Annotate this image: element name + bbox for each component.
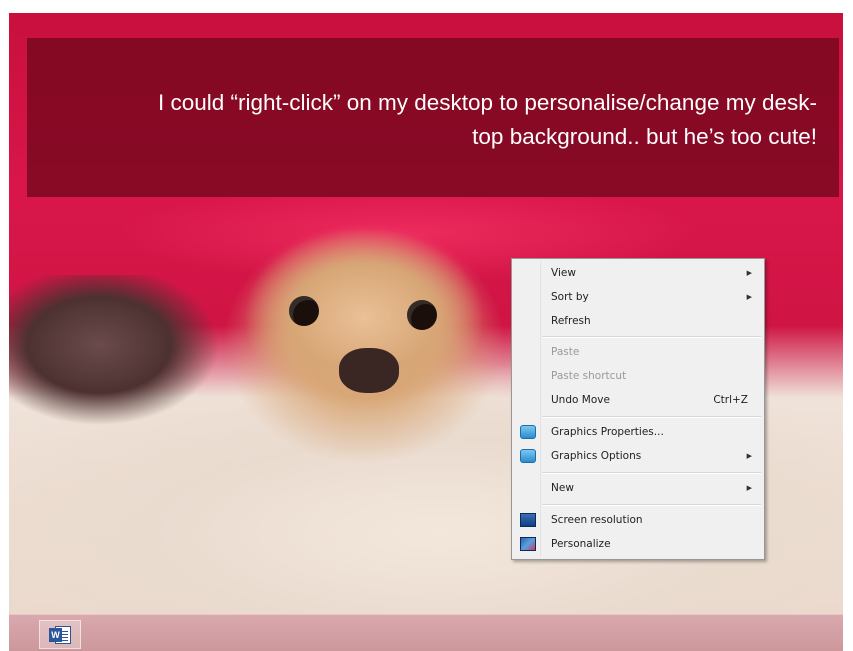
menu-item-label: Graphics Properties... [551, 426, 664, 438]
word-icon: W [49, 626, 71, 644]
screen-resolution-icon [520, 513, 536, 527]
menu-item-screen-resolution[interactable]: Screen resolution [514, 508, 762, 532]
menu-item-paste-shortcut[interactable]: Paste shortcut [514, 364, 762, 388]
menu-item-paste[interactable]: Paste [514, 340, 762, 364]
submenu-arrow-icon: ▶ [746, 484, 752, 492]
menu-item-view[interactable]: View ▶ [514, 261, 762, 285]
taskbar: W [9, 614, 843, 651]
submenu-arrow-icon: ▶ [746, 293, 752, 301]
dog-nose [339, 348, 399, 393]
menu-item-label: Screen resolution [551, 514, 643, 526]
graphics-icon [520, 449, 536, 463]
menu-separator [542, 472, 761, 474]
menu-item-label: View [551, 267, 576, 279]
caption-line-1: I could “right-click” on my desktop to p… [157, 90, 817, 115]
menu-item-label: New [551, 482, 574, 494]
menu-item-label: Paste shortcut [551, 370, 627, 382]
menu-item-graphics-properties[interactable]: Graphics Properties... [514, 420, 762, 444]
dog-eye-right [407, 300, 437, 330]
submenu-arrow-icon: ▶ [746, 269, 752, 277]
wallpaper-pillow [9, 275, 219, 425]
menu-separator [542, 416, 761, 418]
taskbar-word-button[interactable]: W [39, 620, 81, 649]
caption-line-2: top background.. but he’s too cute! [472, 124, 817, 149]
menu-item-shortcut: Ctrl+Z [713, 394, 748, 406]
menu-separator [542, 504, 761, 506]
menu-item-label: Personalize [551, 538, 611, 550]
personalize-icon [520, 537, 536, 551]
caption-text: I could “right-click” on my desktop to p… [47, 86, 817, 154]
graphics-icon [520, 425, 536, 439]
menu-item-label: Graphics Options [551, 450, 642, 462]
menu-item-label: Undo Move [551, 394, 610, 406]
menu-item-personalize[interactable]: Personalize [514, 532, 762, 556]
word-icon-letter: W [49, 628, 62, 642]
desktop-context-menu: View ▶ Sort by ▶ Refresh Paste Paste sho… [511, 258, 765, 560]
menu-item-undo-move[interactable]: Undo Move Ctrl+Z [514, 388, 762, 412]
menu-item-label: Paste [551, 346, 580, 358]
submenu-arrow-icon: ▶ [746, 452, 752, 460]
menu-item-refresh[interactable]: Refresh [514, 309, 762, 333]
menu-item-new[interactable]: New ▶ [514, 476, 762, 500]
wallpaper-dog [229, 228, 499, 418]
caption-banner: I could “right-click” on my desktop to p… [27, 38, 839, 197]
dog-eye-left [289, 296, 319, 326]
menu-separator [542, 336, 761, 338]
menu-item-label: Sort by [551, 291, 589, 303]
menu-item-sort-by[interactable]: Sort by ▶ [514, 285, 762, 309]
menu-item-label: Refresh [551, 315, 591, 327]
menu-item-graphics-options[interactable]: Graphics Options ▶ [514, 444, 762, 468]
